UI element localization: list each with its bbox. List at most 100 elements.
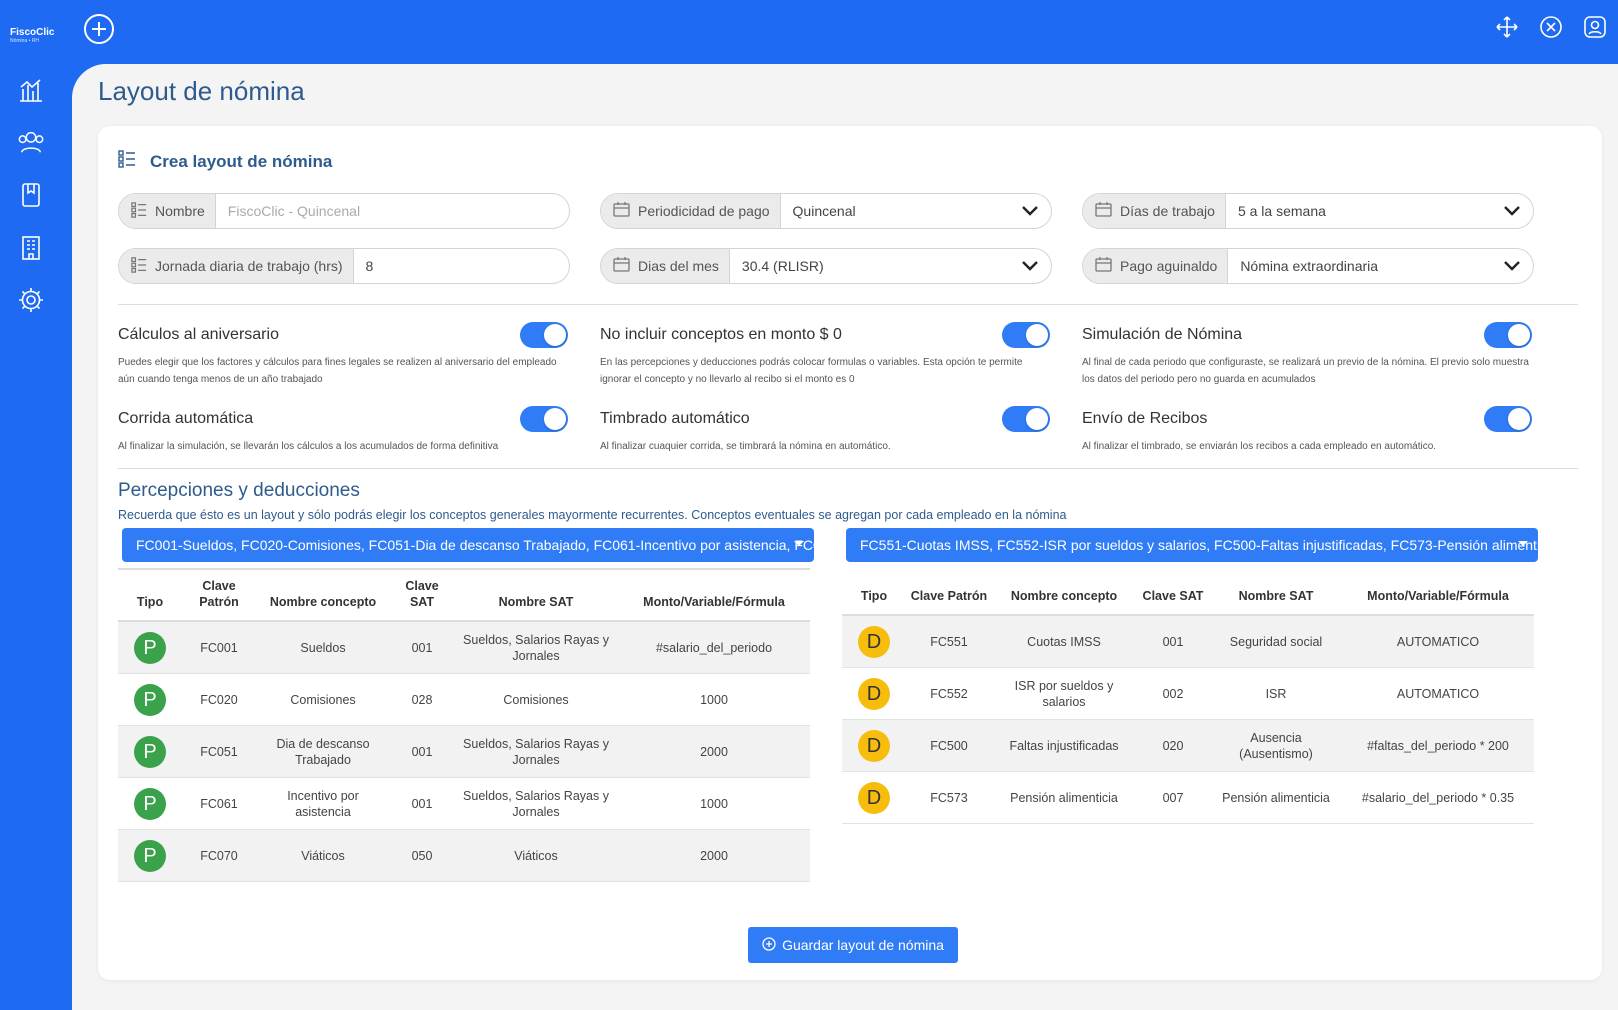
table-row[interactable]: P FC061 Incentivo por asistencia 001 Sue…: [118, 778, 810, 830]
table-row[interactable]: D FC552 ISR por sueldos y salarios 002 I…: [842, 668, 1534, 720]
aguinaldo-label: Pago aguinaldo: [1120, 258, 1218, 274]
divider: [118, 468, 1578, 469]
toggle-switch[interactable]: [1002, 322, 1050, 348]
monto-cell: AUTOMATICO: [1396, 634, 1480, 649]
sat-cell: 050: [411, 848, 433, 863]
gear-icon[interactable]: [17, 286, 45, 314]
periodicidad-value: Quincenal: [792, 203, 856, 219]
nombre-cell: Comisiones: [290, 692, 356, 707]
tipo-cell: D: [842, 677, 906, 710]
table-row[interactable]: P FC051 Dia de descanso Trabajado 001 Su…: [118, 726, 810, 778]
list-icon: [131, 201, 147, 221]
option-timbrado-automatico: Timbrado automático Al finalizar cuaquie…: [600, 406, 1050, 455]
tipo-badge: D: [858, 781, 890, 814]
dias-trabajo-label: Días de trabajo: [1120, 203, 1215, 219]
periodicidad-label: Periodicidad de pago: [638, 203, 770, 219]
clave-cell: FC020: [200, 692, 238, 707]
table-row[interactable]: P FC001 Sueldos 001 Sueldos, Salarios Ra…: [118, 622, 810, 674]
option-title: Cálculos al aniversario: [118, 326, 279, 343]
option-envio-recibos: Envío de Recibos Al finalizar el timbrad…: [1082, 406, 1532, 455]
monto-cell: 1000: [700, 796, 728, 811]
card-title: Crea layout de nómina: [150, 151, 333, 171]
table-row[interactable]: D FC573 Pensión alimenticia 007 Pensión …: [842, 772, 1534, 824]
aguinaldo-select[interactable]: Pago aguinaldo Nómina extraordinaria: [1082, 248, 1534, 284]
book-icon[interactable]: [17, 181, 45, 209]
nombre-input[interactable]: [227, 203, 557, 219]
aguinaldo-value-box: Nómina extraordinaria: [1228, 249, 1533, 283]
tipo-cell: P: [118, 787, 182, 820]
header-clave-patron: Clave Patrón: [199, 579, 239, 609]
list-icon: [131, 256, 147, 276]
jornada-label-box: Jornada diaria de trabajo (hrs): [119, 249, 354, 283]
deducciones-multiselect[interactable]: FC551-Cuotas IMSS, FC552-ISR por sueldos…: [846, 528, 1538, 562]
dias-mes-select[interactable]: Dias del mes 30.4 (RLISR): [600, 248, 1052, 284]
section-title: Percepciones y deducciones: [118, 480, 360, 501]
header-monto: Monto/Variable/Fórmula: [643, 595, 785, 609]
tipo-badge: P: [134, 787, 166, 820]
dias-mes-value-box: 30.4 (RLISR): [730, 249, 1051, 283]
chart-icon[interactable]: [17, 76, 45, 104]
monto-cell: AUTOMATICO: [1396, 686, 1480, 701]
table-row[interactable]: D FC500 Faltas injustificadas 020 Ausenc…: [842, 720, 1534, 772]
dias-trabajo-select[interactable]: Días de trabajo 5 a la semana: [1082, 193, 1534, 229]
option-desc: Al finalizar la simulación, se llevarán …: [118, 441, 499, 452]
sat-cell: 007: [1162, 790, 1184, 805]
tipo-badge: P: [134, 683, 166, 716]
nombre-sat-cell: Seguridad social: [1229, 634, 1323, 649]
card-header: Crea layout de nómina: [118, 150, 332, 173]
tipo-cell: P: [118, 735, 182, 768]
table-header: Tipo Clave Patrón Nombre concepto Clave …: [842, 564, 1534, 616]
caret-down-icon: [794, 541, 804, 546]
close-circle-icon[interactable]: [1538, 14, 1564, 40]
top-bar: FiscoClic Nómina • RH: [0, 0, 1618, 64]
tipo-badge: D: [858, 729, 890, 762]
move-icon[interactable]: [1494, 14, 1520, 40]
user-badge-icon[interactable]: [1582, 14, 1608, 40]
toggle-switch[interactable]: [520, 406, 568, 432]
monto-cell: 1000: [700, 692, 728, 707]
dias-mes-label: Dias del mes: [638, 258, 719, 274]
dias-trabajo-label-box: Días de trabajo: [1083, 194, 1226, 228]
toggle-switch[interactable]: [1484, 322, 1532, 348]
tipo-badge: D: [858, 677, 890, 710]
logo-subtext: Nómina • RH: [10, 38, 39, 44]
deducciones-body: D FC551 Cuotas IMSS 001 Seguridad social…: [842, 616, 1534, 824]
option-corrida-automatica: Corrida automática Al finalizar la simul…: [118, 406, 568, 455]
nombre-sat-cell: Sueldos, Salarios Rayas y Jornales: [463, 736, 609, 767]
periodicidad-select[interactable]: Periodicidad de pago Quincenal: [600, 193, 1052, 229]
percepciones-body: P FC001 Sueldos 001 Sueldos, Salarios Ra…: [118, 622, 810, 882]
monto-cell: 2000: [700, 848, 728, 863]
table-header: Tipo Clave Patrón Nombre concepto Clave …: [118, 570, 810, 622]
option-desc: En las percepciones y deducciones podrás…: [600, 357, 1023, 385]
table-row[interactable]: P FC020 Comisiones 028 Comisiones 1000: [118, 674, 810, 726]
clave-cell: FC573: [930, 790, 968, 805]
list-icon: [118, 150, 136, 173]
nombre-field: Nombre: [118, 193, 570, 229]
clave-cell: FC552: [930, 686, 968, 701]
sat-cell: 001: [411, 744, 433, 759]
layout-card: Crea layout de nómina Nombre Periodicida…: [98, 126, 1602, 980]
periodicidad-value-box: Quincenal: [781, 194, 1051, 228]
option-title: Simulación de Nómina: [1082, 326, 1243, 343]
caret-down-icon: [1518, 541, 1528, 546]
users-icon[interactable]: [17, 128, 45, 156]
tipo-cell: P: [118, 631, 182, 664]
nombre-cell: Cuotas IMSS: [1027, 634, 1101, 649]
jornada-field[interactable]: Jornada diaria de trabajo (hrs) 8: [118, 248, 570, 284]
toggle-switch[interactable]: [520, 322, 568, 348]
table-row[interactable]: P FC070 Viáticos 050 Viáticos 2000: [118, 830, 810, 882]
save-layout-button[interactable]: Guardar layout de nómina: [748, 927, 958, 963]
toggle-switch[interactable]: [1002, 406, 1050, 432]
section-subtitle: Recuerda que ésto es un layout y sólo po…: [118, 508, 1067, 522]
add-circle-icon[interactable]: [82, 12, 116, 46]
percepciones-multiselect[interactable]: FC001-Sueldos, FC020-Comisiones, FC051-D…: [122, 528, 814, 562]
clave-cell: FC001: [200, 640, 238, 655]
toggle-switch[interactable]: [1484, 406, 1532, 432]
option-title: Timbrado automático: [600, 410, 750, 427]
building-icon[interactable]: [17, 234, 45, 262]
option-title: Envío de Recibos: [1082, 410, 1208, 427]
option-desc: Puedes elegir que los factores y cálculo…: [118, 357, 557, 385]
nombre-sat-cell: Viáticos: [514, 848, 558, 863]
chevron-down-icon: [1503, 257, 1521, 275]
table-row[interactable]: D FC551 Cuotas IMSS 001 Seguridad social…: [842, 616, 1534, 668]
